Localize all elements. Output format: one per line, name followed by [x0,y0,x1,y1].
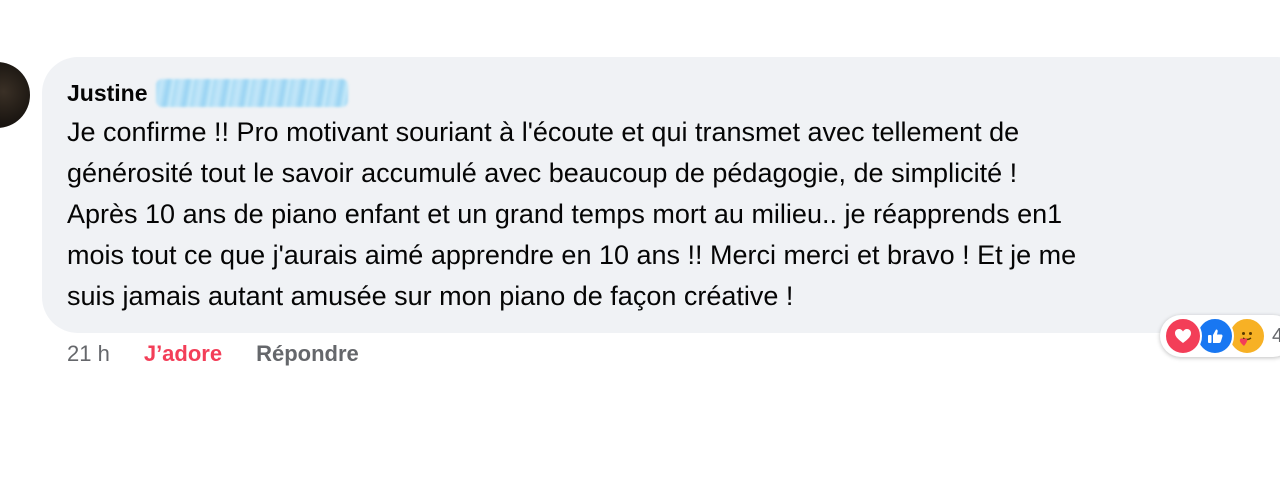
comment-thread: Justine Je confirme !! Pro motivant sour… [0,0,1280,480]
comment-timestamp[interactable]: 21 h [67,341,110,367]
comment-text: Je confirme !! Pro motivant souriant à l… [67,117,1077,311]
heart-icon [1164,317,1202,355]
comment-actions: 21 h J’adore Répondre [67,338,359,370]
avatar[interactable] [0,62,30,128]
reply-button[interactable]: Répondre [256,341,359,367]
reactions-summary[interactable]: 4 [1160,315,1280,357]
comment-author: Justine [67,76,348,110]
love-reaction-button[interactable]: J’adore [144,341,222,367]
reaction-count: 4 [1272,324,1280,347]
author-name[interactable]: Justine [67,80,148,107]
redacted-surname [155,79,348,107]
